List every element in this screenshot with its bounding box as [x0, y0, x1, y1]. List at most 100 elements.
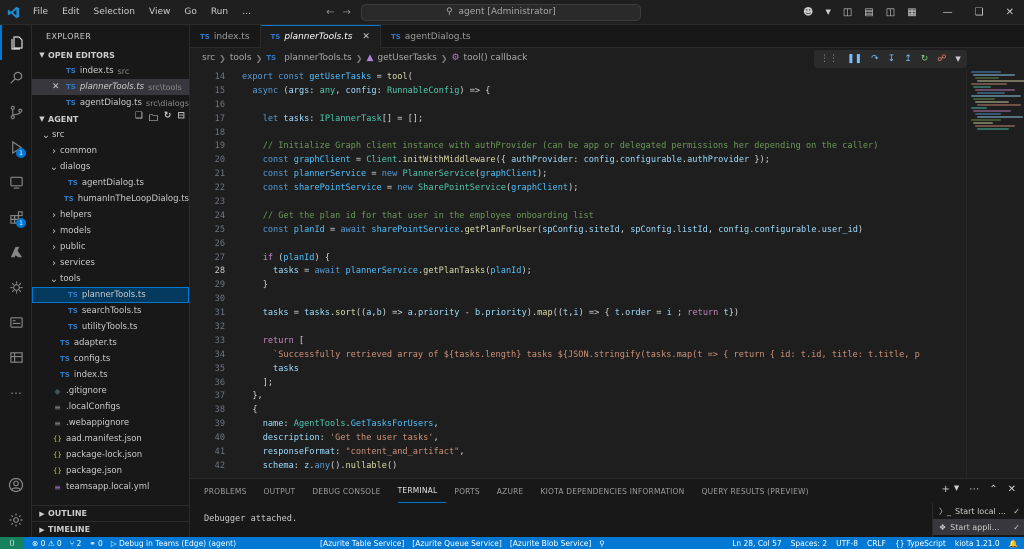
code-line[interactable]: 42 schema: z.any().nullable(): [190, 459, 966, 473]
tree-item[interactable]: ◆ .gitignore: [32, 383, 189, 399]
workspace-header[interactable]: ▼ AGENT ❏ 🗀 ↻ ⊟: [32, 111, 189, 127]
tree-item[interactable]: {} aad.manifest.json: [32, 431, 189, 447]
tree-item[interactable]: ⌄ src: [32, 127, 189, 143]
code-line[interactable]: 35 tasks: [190, 362, 966, 376]
restore-icon[interactable]: ❏: [975, 7, 984, 18]
code-line[interactable]: 33 return [: [190, 334, 966, 348]
new-terminal-icon[interactable]: +: [941, 484, 949, 495]
code-line[interactable]: 16: [190, 98, 966, 112]
tree-item[interactable]: TS config.ts: [32, 351, 189, 367]
open-editor-item[interactable]: ✕ TS plannerTools.ts src\tools: [32, 79, 189, 95]
kiota-activity[interactable]: [0, 305, 32, 340]
code-line[interactable]: 31 tasks = tasks.sort((a,b) => a.priorit…: [190, 306, 966, 320]
copilot-icon[interactable]: ☻: [803, 7, 813, 18]
breadcrumb-item[interactable]: tools: [230, 53, 252, 63]
tab-terminal[interactable]: TERMINAL: [397, 479, 447, 503]
code-line[interactable]: 40 description: 'Get the user tasks',: [190, 431, 966, 445]
step-out-icon[interactable]: ↥: [904, 54, 912, 64]
code-line[interactable]: 28 tasks = await plannerService.getPlanT…: [190, 264, 966, 278]
chevron-down-icon[interactable]: ▼: [954, 484, 959, 495]
tab-kiota[interactable]: KIOTA DEPENDENCIES INFORMATION: [541, 479, 694, 503]
tab-index[interactable]: TS index.ts: [190, 25, 261, 48]
terminal-item[interactable]: 〉_ Start local ... ✓: [933, 503, 1024, 519]
code-line[interactable]: 21 const plannerService = new PlannerSer…: [190, 167, 966, 181]
problems-status[interactable]: ⊗ 0 ⚠ 0: [32, 539, 62, 548]
ports-status[interactable]: ⚭ 0: [89, 539, 102, 548]
close-icon[interactable]: ✕: [1006, 7, 1014, 18]
search-activity[interactable]: [0, 60, 32, 95]
tree-item[interactable]: ⌄ tools: [32, 271, 189, 287]
teams-toolkit-activity[interactable]: [0, 270, 32, 305]
remote-explorer-activity[interactable]: [0, 165, 32, 200]
kiota-status[interactable]: kiota 1.21.0: [955, 539, 1000, 548]
menu-file[interactable]: File: [26, 7, 55, 17]
outline-header[interactable]: ▶ OUTLINE: [32, 505, 189, 521]
code-line[interactable]: 30: [190, 292, 966, 306]
menu-run[interactable]: Run: [204, 7, 235, 17]
azurite-table-status[interactable]: [Azurite Table Service]: [320, 539, 404, 548]
azure-activity[interactable]: [0, 235, 32, 270]
timeline-header[interactable]: ▶ TIMELINE: [32, 521, 189, 537]
code-line[interactable]: 18: [190, 126, 966, 140]
code-line[interactable]: 14 export const getUserTasks = tool(: [190, 70, 966, 84]
extensions-activity[interactable]: 1: [0, 200, 32, 235]
tree-item[interactable]: {} package-lock.json: [32, 447, 189, 463]
breadcrumb-item[interactable]: src: [202, 53, 215, 63]
pause-icon[interactable]: ❚❚: [847, 54, 862, 64]
tree-item[interactable]: ≡ .localConfigs: [32, 399, 189, 415]
open-editors-header[interactable]: ▼ OPEN EDITORS: [32, 47, 189, 63]
chevron-down-icon[interactable]: ▼: [825, 8, 830, 16]
azurite-queue-status[interactable]: [Azurite Queue Service]: [412, 539, 502, 548]
code-line[interactable]: 36 ];: [190, 376, 966, 390]
toggle-secondary-sidebar-icon[interactable]: ◫: [886, 7, 895, 18]
indentation[interactable]: Spaces: 2: [791, 539, 827, 548]
chevron-down-icon[interactable]: ▼: [955, 55, 960, 63]
restart-icon[interactable]: ↻: [921, 54, 929, 64]
database-activity[interactable]: [0, 340, 32, 375]
tree-item[interactable]: TS plannerTools.ts: [32, 287, 189, 303]
step-over-icon[interactable]: ↷: [871, 54, 879, 64]
run-debug-activity[interactable]: 1: [0, 130, 32, 165]
code-line[interactable]: 27 if (planId) {: [190, 251, 966, 265]
breadcrumb-item[interactable]: getUserTasks: [377, 53, 436, 63]
tree-item[interactable]: {} package.json: [32, 463, 189, 479]
tab-azure[interactable]: AZURE: [497, 479, 533, 503]
open-editor-item[interactable]: TS index.ts src: [32, 63, 189, 79]
code-line[interactable]: 25 const planId = await sharePointServic…: [190, 223, 966, 237]
azurite-blob-status[interactable]: [Azurite Blob Service]: [510, 539, 591, 548]
menu-view[interactable]: View: [142, 7, 177, 17]
code-line[interactable]: 23: [190, 195, 966, 209]
tab-query-results[interactable]: QUERY RESULTS (PREVIEW): [701, 479, 817, 503]
menu-go[interactable]: Go: [177, 7, 203, 17]
customize-layout-icon[interactable]: ▦: [907, 7, 916, 18]
minimize-icon[interactable]: —: [943, 7, 953, 18]
close-icon[interactable]: ✕: [362, 32, 370, 42]
maximize-panel-icon[interactable]: ⌃: [989, 484, 997, 495]
code-line[interactable]: 37 },: [190, 389, 966, 403]
disconnect-icon[interactable]: ☍: [937, 54, 946, 64]
step-into-icon[interactable]: ↧: [888, 54, 896, 64]
cursor-position[interactable]: Ln 28, Col 57: [732, 539, 781, 548]
encoding[interactable]: UTF-8: [836, 539, 858, 548]
refresh-icon[interactable]: ↻: [164, 111, 172, 127]
explorer-activity[interactable]: [0, 25, 32, 60]
menu-selection[interactable]: Selection: [87, 7, 142, 17]
tree-item[interactable]: TS index.ts: [32, 367, 189, 383]
tab-plannertools[interactable]: TS plannerTools.ts ✕: [260, 25, 381, 48]
debug-status[interactable]: ▷ Debug in Teams (Edge) (agent): [111, 539, 236, 548]
tree-item[interactable]: › helpers: [32, 207, 189, 223]
toggle-panel-icon[interactable]: ▤: [864, 7, 873, 18]
line-ending[interactable]: CRLF: [867, 539, 886, 548]
settings-activity[interactable]: [0, 502, 32, 537]
code-line[interactable]: 17 let tasks: IPlannerTask[] = [];: [190, 112, 966, 126]
code-line[interactable]: 34 `Successfully retrieved array of ${ta…: [190, 348, 966, 362]
tree-item[interactable]: ≡ teamsapp.local.yml: [32, 479, 189, 495]
breadcrumb-item[interactable]: tool() callback: [464, 53, 528, 63]
menu-edit[interactable]: Edit: [55, 7, 86, 17]
code-line[interactable]: 19 // Initialize Graph client instance w…: [190, 139, 966, 153]
tab-ports[interactable]: PORTS: [454, 479, 488, 503]
close-panel-icon[interactable]: ✕: [1008, 484, 1016, 495]
more-icon[interactable]: ⋯: [969, 484, 979, 495]
code-line[interactable]: 29 }: [190, 278, 966, 292]
new-file-icon[interactable]: ❏: [135, 111, 143, 127]
